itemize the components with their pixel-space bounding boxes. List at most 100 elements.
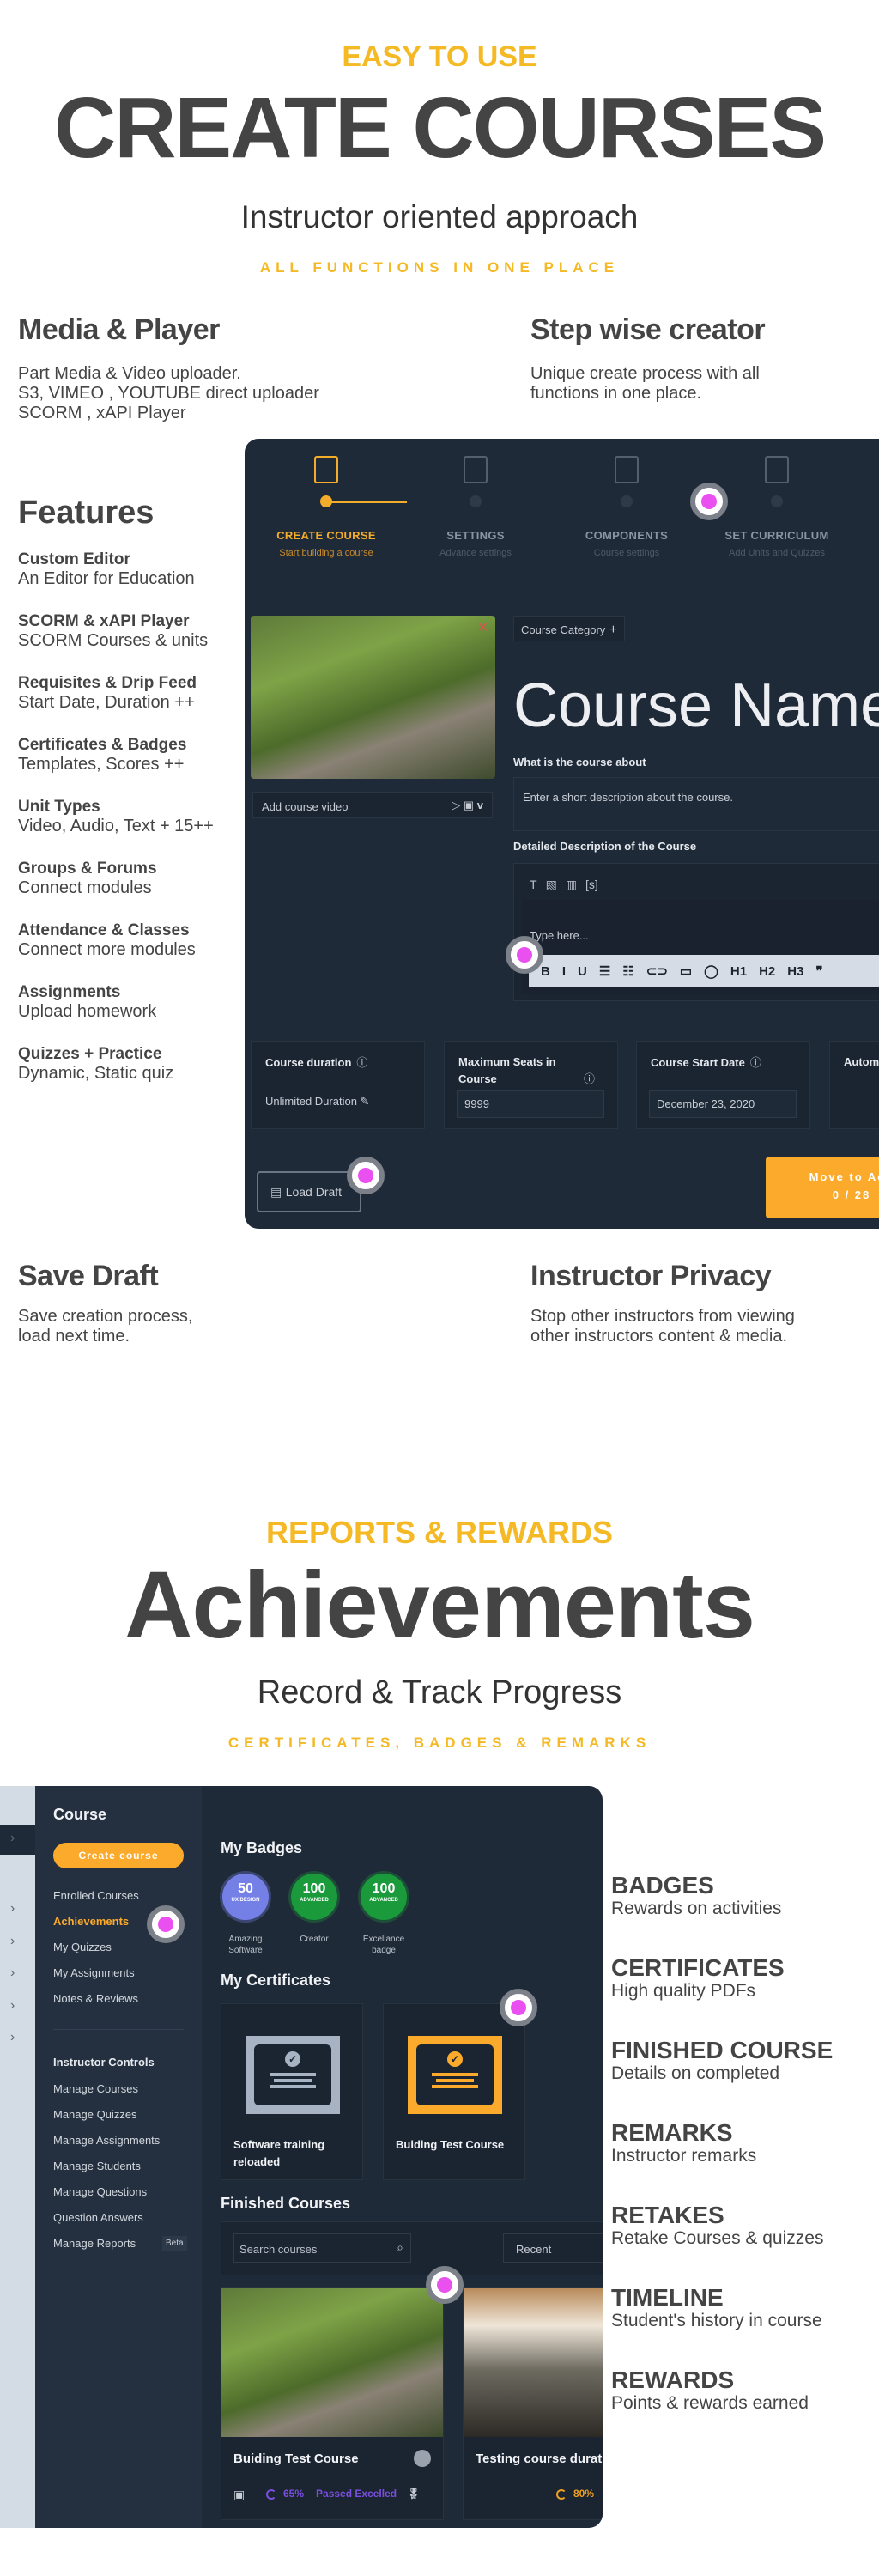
format-tool-button[interactable]: ◯ xyxy=(704,963,718,979)
format-tool-button[interactable]: H3 xyxy=(787,964,803,979)
step-dot[interactable] xyxy=(320,495,332,507)
progress-ring-icon xyxy=(556,2488,567,2500)
certificate-icon: ✓ xyxy=(408,2036,502,2114)
menu-item[interactable]: Notes & Reviews xyxy=(53,1992,138,2005)
remove-image-icon[interactable]: ✕ xyxy=(477,619,488,636)
certificate-card[interactable]: ✓ Buiding Test Course xyxy=(383,2003,525,2180)
search-icon[interactable]: ⌕ xyxy=(397,2240,403,2255)
editor-tool-icon[interactable]: [s] xyxy=(585,878,598,891)
step-dot[interactable] xyxy=(470,495,482,507)
step-set-curriculum[interactable]: SET CURRICULUM Add Units and Quizzes xyxy=(700,529,854,558)
help-icon[interactable]: ⓘ xyxy=(356,1056,367,1069)
format-tool-button[interactable]: ☷ xyxy=(622,963,633,979)
menu-item[interactable]: Achievements xyxy=(53,1915,129,1928)
step-dot[interactable] xyxy=(621,495,633,507)
badge-number: 100 xyxy=(372,1881,396,1896)
help-icon[interactable]: ⓘ xyxy=(750,1056,761,1069)
chevron-right-icon[interactable]: › xyxy=(10,2030,15,2045)
badge[interactable]: 50 UX DESIGN xyxy=(222,1874,269,1920)
divider xyxy=(53,2029,184,2030)
format-tool-button[interactable]: ❞ xyxy=(815,963,822,979)
course-card[interactable]: Buiding Test Course ▣ 65% Passed Excelled 🎖 xyxy=(221,2287,444,2520)
setting-value[interactable]: Unlimited Duration ✎ xyxy=(265,1095,411,1109)
section-subtitle: Record & Track Progress xyxy=(257,1674,622,1710)
hotspot-marker[interactable] xyxy=(500,1989,537,2026)
editor-tool-icon[interactable]: ▥ xyxy=(566,878,577,892)
feature-item: Certificates & Badges Templates, Scores +… xyxy=(18,736,186,774)
step-settings[interactable]: SETTINGS Advance settings xyxy=(398,529,553,558)
instructor-menu-item[interactable]: Manage Reports xyxy=(53,2237,136,2250)
badge[interactable]: 100 ADVANCED xyxy=(361,1874,407,1920)
course-video-field[interactable]: Add course video ▷ ▣ v xyxy=(252,792,493,818)
course-category-button[interactable]: Course Category + xyxy=(513,616,626,641)
course-thumbnail xyxy=(464,2288,603,2437)
play-icon[interactable]: ▷ xyxy=(452,799,460,811)
step-create-course[interactable]: CREATE COURSE Start building a course xyxy=(249,529,403,558)
gear-icon xyxy=(464,456,488,483)
load-draft-button[interactable]: ▤ Load Draft xyxy=(257,1171,361,1212)
certificate-card[interactable]: ✓ Software training reloaded xyxy=(221,2003,363,2180)
hotspot-marker[interactable] xyxy=(426,2266,464,2304)
instructor-menu-item[interactable]: Manage Students xyxy=(53,2160,141,2172)
course-category-label: Course Category xyxy=(521,623,606,636)
instructor-menu-item[interactable]: Manage Courses xyxy=(53,2082,138,2095)
rich-editor[interactable]: T ▧ ▥ [s] Type here... B I U ☰ ☷ ⊂⊃ ▭ ◯ H1 H2 H3 ❞ xyxy=(513,863,879,1001)
search-courses-input[interactable]: Search courses ⌕ xyxy=(233,2233,411,2263)
hotspot-marker[interactable] xyxy=(147,1905,185,1943)
format-tool-button[interactable]: H1 xyxy=(730,964,747,979)
reward-title: FINISHED COURSE xyxy=(611,2037,834,2063)
format-tool-button[interactable]: ⊂⊃ xyxy=(646,963,668,979)
course-name-input[interactable]: Course Name xyxy=(513,671,879,741)
badge-label: Creator xyxy=(300,1935,329,1944)
avatar xyxy=(414,2450,431,2467)
format-tool-button[interactable]: ▭ xyxy=(680,963,692,979)
chevron-right-icon[interactable]: › xyxy=(10,1934,15,1949)
feature-title: Quizzes + Practice xyxy=(18,1045,162,1063)
create-course-button[interactable]: Create course xyxy=(53,1843,184,1868)
menu-item[interactable]: Enrolled Courses xyxy=(53,1889,139,1902)
instructor-menu-item[interactable]: Manage Questions xyxy=(53,2185,147,2198)
sort-select[interactable]: Recent xyxy=(503,2233,603,2263)
step-components[interactable]: COMPONENTS Course settings xyxy=(549,529,704,558)
step-dot[interactable] xyxy=(771,495,783,507)
course-cover-image[interactable]: ✕ xyxy=(251,616,495,779)
chevron-right-icon[interactable]: › xyxy=(10,1831,15,1846)
hotspot-marker[interactable] xyxy=(347,1157,385,1194)
instructor-menu-item[interactable]: Question Answers xyxy=(53,2211,143,2224)
editor-tool-icon[interactable]: T xyxy=(530,878,537,891)
step-subtitle: Course settings xyxy=(593,548,660,558)
youtube-icon[interactable]: ▣ xyxy=(464,799,474,811)
certificate-title: Buiding Test Course xyxy=(396,2138,505,2151)
instructor-menu-item[interactable]: Manage Quizzes xyxy=(53,2108,137,2121)
setting-value[interactable]: 9999 xyxy=(457,1090,604,1118)
editor-tool-icon[interactable]: ▧ xyxy=(546,878,557,892)
format-tool-button[interactable]: U xyxy=(578,964,587,979)
help-icon[interactable]: ⓘ xyxy=(584,1072,595,1085)
format-tool-button[interactable]: ☰ xyxy=(599,963,610,979)
feature-desc: Video, Audio, Text + 15++ xyxy=(18,817,214,835)
format-tool-button[interactable]: H2 xyxy=(759,964,775,979)
badge-label: Amazing Software xyxy=(228,1935,263,1955)
move-to-advance-button[interactable]: Move to Adv 0 / 28 xyxy=(766,1157,879,1218)
reward-title: TIMELINE xyxy=(611,2284,724,2311)
menu-item[interactable]: My Quizzes xyxy=(53,1941,112,1953)
hotspot-marker[interactable] xyxy=(690,483,728,520)
chevron-right-icon[interactable]: › xyxy=(10,1901,15,1917)
setting-value[interactable]: December 23, 2020 xyxy=(649,1090,797,1118)
format-tool-button[interactable]: I xyxy=(562,964,566,979)
sidebar: Course Create course Enrolled Courses Ach… xyxy=(35,1786,202,2528)
chevron-right-icon[interactable]: › xyxy=(10,1998,15,2014)
reward-item: RETAKES Retake Courses & quizzes xyxy=(611,2202,823,2249)
course-card[interactable]: Testing course durati 80% xyxy=(463,2287,603,2520)
sort-value: Recent xyxy=(516,2243,552,2256)
badge[interactable]: 100 ADVANCED xyxy=(291,1874,337,1920)
about-input[interactable]: Enter a short description about the cour… xyxy=(513,777,879,831)
feature-desc: Connect modules xyxy=(18,878,152,897)
format-tool-button[interactable]: B xyxy=(541,964,550,979)
reward-desc: Student's history in course xyxy=(611,2311,822,2330)
instructor-menu-item[interactable]: Manage Assignments xyxy=(53,2134,160,2147)
menu-item[interactable]: My Assignments xyxy=(53,1966,135,1979)
hotspot-marker[interactable] xyxy=(506,936,543,974)
chevron-right-icon[interactable]: › xyxy=(10,1965,15,1981)
vimeo-icon[interactable]: v xyxy=(477,799,483,811)
